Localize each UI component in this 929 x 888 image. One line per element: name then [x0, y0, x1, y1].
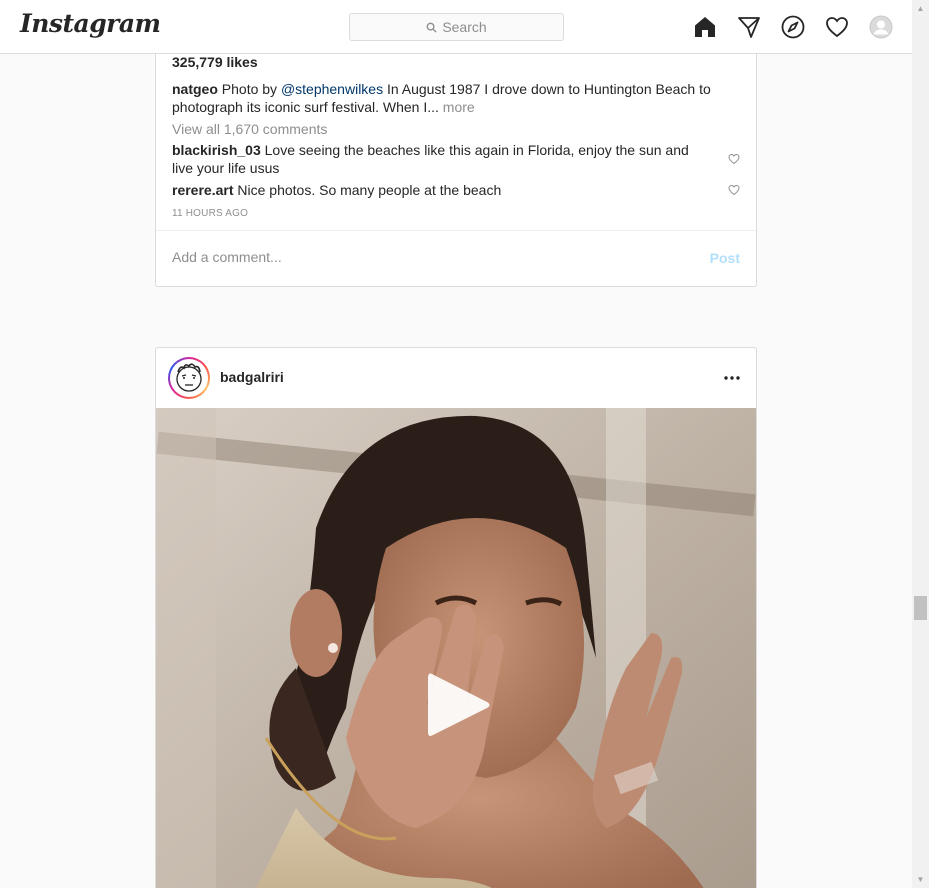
likes-count[interactable]: 325,779 likes — [172, 54, 258, 70]
explore-icon[interactable] — [780, 14, 806, 40]
add-comment-bar: Post — [156, 230, 756, 286]
more-options-icon[interactable] — [722, 370, 742, 386]
caption-more-link[interactable]: more — [443, 99, 475, 115]
add-comment-input[interactable] — [172, 249, 672, 265]
post-comment-button[interactable]: Post — [710, 250, 740, 266]
comment-username[interactable]: rerere.art — [172, 182, 234, 198]
comment-text: Nice photos. So many people at the beach — [233, 182, 502, 198]
post-badgalriri: badgalriri — [155, 347, 757, 888]
caption-mention-link[interactable]: @stephenwilkes — [281, 81, 383, 97]
search-box[interactable]: Search — [349, 13, 564, 41]
instagram-logo[interactable]: Instagram — [20, 9, 161, 38]
scroll-up-arrow-icon[interactable]: ▲ — [912, 0, 929, 17]
search-placeholder: Search — [442, 19, 487, 35]
activity-heart-icon[interactable] — [824, 14, 850, 40]
top-nav: Instagram Search — [0, 0, 912, 54]
scroll-down-arrow-icon[interactable]: ▼ — [912, 871, 929, 888]
post-caption: natgeo Photo by @stephenwilkes In August… — [172, 80, 732, 116]
comment-item: rerere.art Nice photos. So many people a… — [172, 181, 712, 199]
avatar — [170, 359, 208, 397]
story-avatar[interactable] — [168, 357, 210, 399]
comment-username[interactable]: blackirish_03 — [172, 142, 261, 158]
video-frame-image — [156, 408, 756, 888]
post-natgeo: 325,779 likes natgeo Photo by @stephenwi… — [155, 20, 757, 287]
post-username[interactable]: badgalriri — [220, 369, 284, 385]
post-video[interactable] — [156, 408, 756, 888]
cartoon-face-avatar-icon — [176, 363, 202, 392]
page-scrollbar[interactable]: ▲ ▼ — [912, 0, 929, 888]
profile-avatar-icon[interactable] — [868, 14, 894, 40]
direct-icon[interactable] — [736, 14, 762, 40]
search-icon — [426, 22, 437, 33]
play-icon[interactable] — [426, 670, 492, 740]
caption-username[interactable]: natgeo — [172, 81, 218, 97]
view-all-comments-link[interactable]: View all 1,670 comments — [172, 121, 327, 137]
post-timestamp[interactable]: 11 HOURS AGO — [172, 208, 248, 219]
post-header: badgalriri — [156, 348, 756, 408]
comment-like-heart-icon[interactable] — [728, 183, 742, 197]
caption-text-before: Photo by — [217, 81, 281, 97]
comment-like-heart-icon[interactable] — [728, 152, 742, 166]
home-icon[interactable] — [692, 14, 718, 40]
comment-item: blackirish_03 Love seeing the beaches li… — [172, 141, 712, 177]
scrollbar-thumb[interactable] — [914, 596, 927, 620]
